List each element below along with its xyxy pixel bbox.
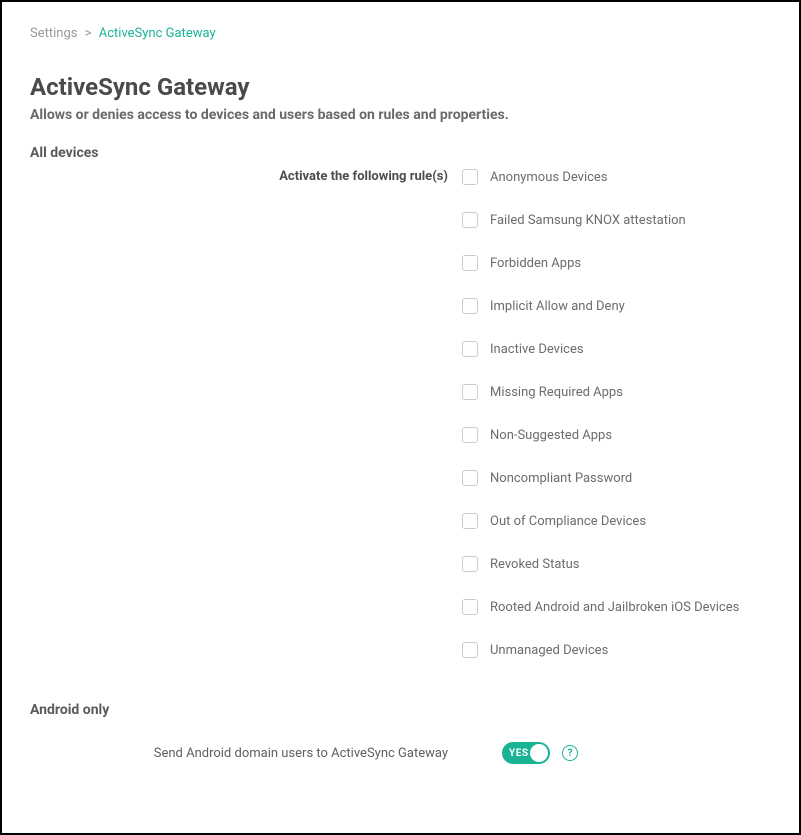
rule-inactive-devices: Inactive Devices: [462, 341, 771, 357]
checkbox-rooted-jailbroken[interactable]: [462, 599, 478, 615]
checkbox-label-failed-knox: Failed Samsung KNOX attestation: [490, 213, 686, 228]
breadcrumb-parent[interactable]: Settings: [30, 26, 77, 41]
checkbox-label-implicit-allow-deny: Implicit Allow and Deny: [490, 299, 625, 314]
all-devices-heading: All devices: [30, 145, 771, 161]
page-subtitle: Allows or denies access to devices and u…: [30, 107, 771, 123]
checkbox-non-suggested-apps[interactable]: [462, 427, 478, 443]
checkbox-noncompliant-password[interactable]: [462, 470, 478, 486]
page-title: ActiveSync Gateway: [30, 73, 771, 101]
rule-out-of-compliance: Out of Compliance Devices: [462, 513, 771, 529]
android-only-section: Android only Send Android domain users t…: [30, 702, 771, 764]
checkbox-label-out-of-compliance: Out of Compliance Devices: [490, 514, 646, 529]
checkbox-missing-required-apps[interactable]: [462, 384, 478, 400]
android-toggle-label: Send Android domain users to ActiveSync …: [154, 746, 448, 761]
activate-rules-label: Activate the following rule(s): [279, 169, 448, 184]
checkbox-label-forbidden-apps: Forbidden Apps: [490, 256, 581, 271]
checkbox-inactive-devices[interactable]: [462, 341, 478, 357]
all-devices-section: All devices Activate the following rule(…: [30, 145, 771, 764]
checkbox-label-rooted-jailbroken: Rooted Android and Jailbroken iOS Device…: [490, 600, 739, 615]
breadcrumb: Settings > ActiveSync Gateway: [30, 26, 771, 41]
rule-revoked-status: Revoked Status: [462, 556, 771, 572]
breadcrumb-current: ActiveSync Gateway: [99, 26, 216, 41]
rule-unmanaged-devices: Unmanaged Devices: [462, 642, 771, 658]
checkbox-label-non-suggested-apps: Non-Suggested Apps: [490, 428, 612, 443]
checkbox-label-missing-required-apps: Missing Required Apps: [490, 385, 623, 400]
checkbox-label-inactive-devices: Inactive Devices: [490, 342, 584, 357]
rule-implicit-allow-deny: Implicit Allow and Deny: [462, 298, 771, 314]
checkbox-label-anonymous-devices: Anonymous Devices: [490, 170, 608, 185]
android-toggle[interactable]: YES: [502, 742, 550, 764]
rule-missing-required-apps: Missing Required Apps: [462, 384, 771, 400]
toggle-text: YES: [509, 748, 528, 759]
checkbox-anonymous-devices[interactable]: [462, 169, 478, 185]
rule-failed-knox: Failed Samsung KNOX attestation: [462, 212, 771, 228]
help-icon[interactable]: ?: [562, 745, 578, 761]
android-only-heading: Android only: [30, 702, 771, 718]
checkbox-label-revoked-status: Revoked Status: [490, 557, 580, 572]
rule-forbidden-apps: Forbidden Apps: [462, 255, 771, 271]
rule-anonymous-devices: Anonymous Devices: [462, 169, 771, 185]
breadcrumb-separator: >: [85, 26, 92, 41]
checkbox-label-noncompliant-password: Noncompliant Password: [490, 471, 632, 486]
checkbox-revoked-status[interactable]: [462, 556, 478, 572]
checkbox-unmanaged-devices[interactable]: [462, 642, 478, 658]
toggle-knob: [530, 744, 548, 762]
rule-rooted-jailbroken: Rooted Android and Jailbroken iOS Device…: [462, 599, 771, 615]
checkbox-implicit-allow-deny[interactable]: [462, 298, 478, 314]
checkbox-out-of-compliance[interactable]: [462, 513, 478, 529]
rule-non-suggested-apps: Non-Suggested Apps: [462, 427, 771, 443]
checkbox-label-unmanaged-devices: Unmanaged Devices: [490, 643, 608, 658]
rule-noncompliant-password: Noncompliant Password: [462, 470, 771, 486]
checkbox-failed-knox[interactable]: [462, 212, 478, 228]
rules-checkbox-list: Anonymous Devices Failed Samsung KNOX at…: [462, 169, 771, 658]
checkbox-forbidden-apps[interactable]: [462, 255, 478, 271]
